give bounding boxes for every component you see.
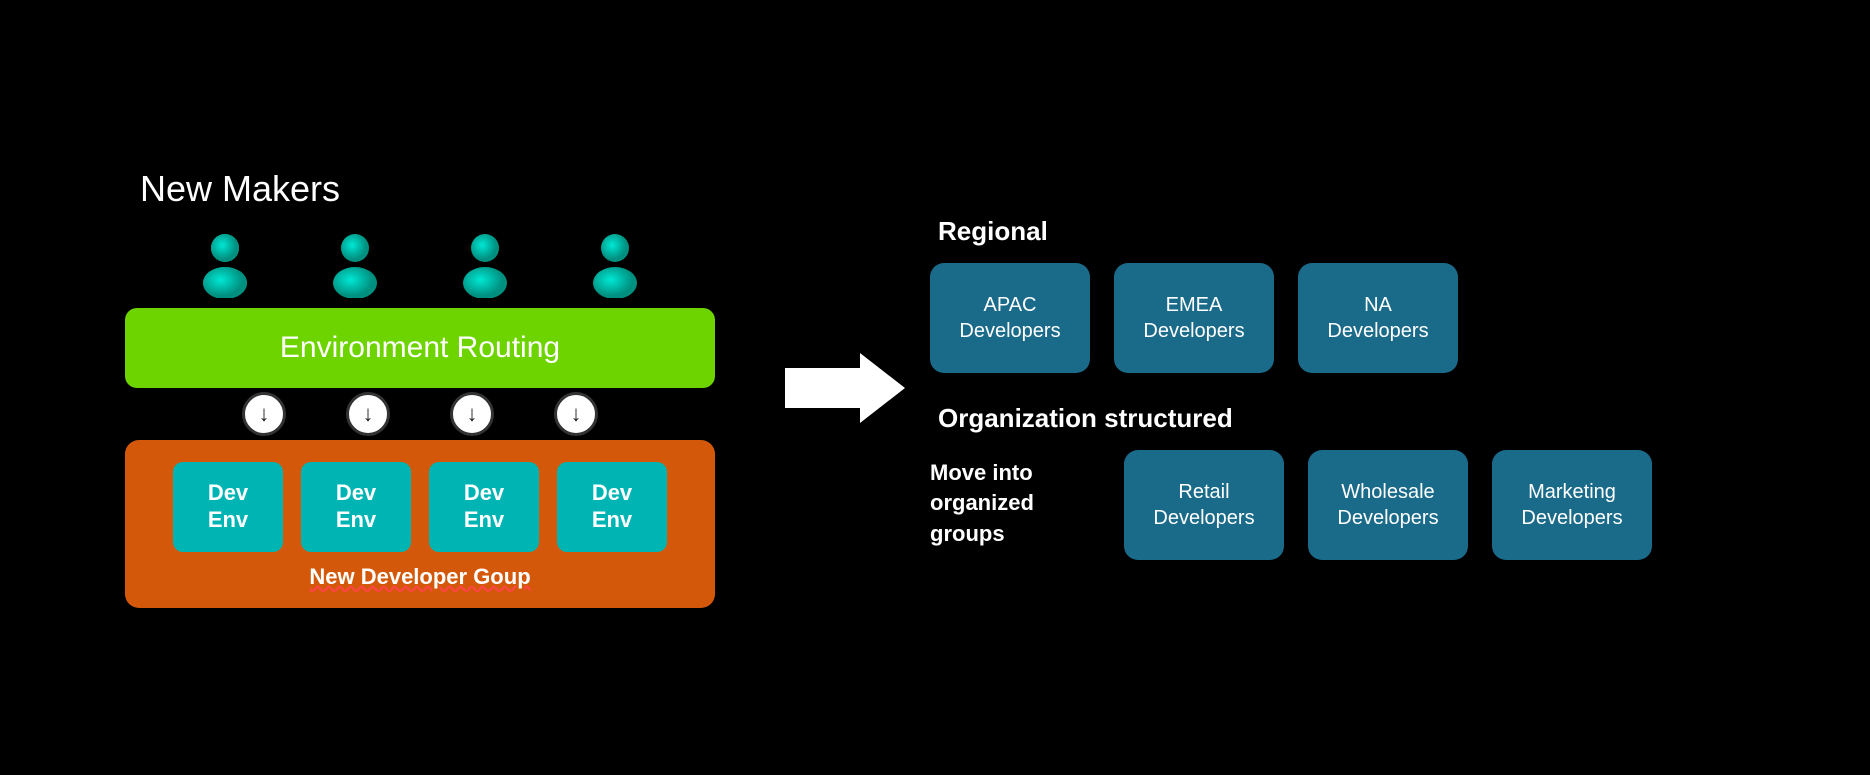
right-arrow-icon (785, 348, 905, 428)
dev-env-1: DevEnv (173, 462, 283, 552)
routing-box: Environment Routing (125, 308, 715, 388)
down-arrow-1: ↓ (242, 392, 286, 436)
person-icon-2 (320, 228, 390, 298)
bottom-row: Move intoorganizedgroups RetailDeveloper… (930, 450, 1810, 560)
down-arrow-2: ↓ (346, 392, 390, 436)
emea-card: EMEADevelopers (1114, 263, 1274, 373)
org-section: Organization structured Move intoorganiz… (930, 403, 1810, 560)
person-icon-4 (580, 228, 650, 298)
right-section: Regional APACDevelopers EMEADevelopers N… (910, 216, 1810, 560)
new-makers-label: New Makers (140, 168, 340, 210)
dev-env-4: DevEnv (557, 462, 667, 552)
dev-env-2: DevEnv (301, 462, 411, 552)
people-row (190, 228, 650, 298)
wholesale-card: WholesaleDevelopers (1308, 450, 1468, 560)
dev-group-label: New Developer Goup (309, 564, 530, 590)
move-label: Move intoorganizedgroups (930, 450, 1100, 550)
org-cards-row: RetailDevelopers WholesaleDevelopers Mar… (1124, 450, 1652, 560)
person-icon-3 (450, 228, 520, 298)
main-diagram: New Makers (0, 0, 1870, 775)
person-icon-1 (190, 228, 260, 298)
org-title: Organization structured (938, 403, 1810, 434)
retail-card: RetailDevelopers (1124, 450, 1284, 560)
dev-envs-row: DevEnv DevEnv DevEnv DevEnv (173, 462, 667, 552)
regional-section: Regional APACDevelopers EMEADevelopers N… (930, 216, 1810, 373)
marketing-card: MarketingDevelopers (1492, 450, 1652, 560)
regional-title: Regional (938, 216, 1810, 247)
dev-group-box: DevEnv DevEnv DevEnv DevEnv New Develope… (125, 440, 715, 608)
down-arrow-3: ↓ (450, 392, 494, 436)
apac-card: APACDevelopers (930, 263, 1090, 373)
regional-cards-row: APACDevelopers EMEADevelopers NADevelope… (930, 263, 1810, 373)
left-section: New Makers (60, 168, 780, 608)
na-card: NADevelopers (1298, 263, 1458, 373)
arrows-row: ↓ ↓ ↓ ↓ (242, 392, 598, 436)
dev-env-3: DevEnv (429, 462, 539, 552)
big-arrow (780, 348, 910, 428)
down-arrow-4: ↓ (554, 392, 598, 436)
